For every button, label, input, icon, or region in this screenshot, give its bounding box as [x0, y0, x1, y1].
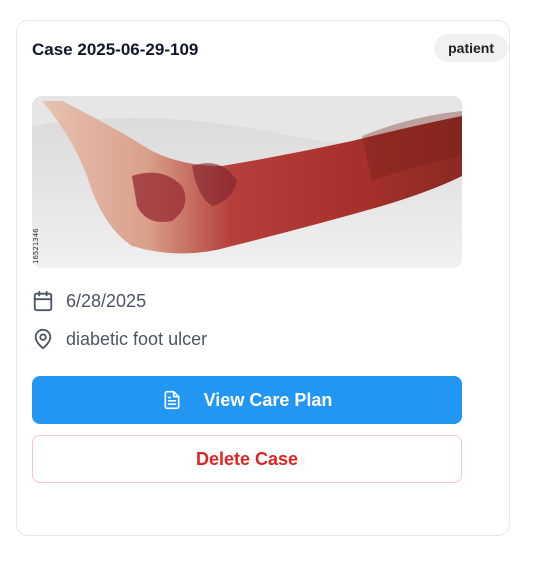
document-icon — [162, 390, 182, 410]
view-care-plan-button[interactable]: View Care Plan — [32, 376, 462, 424]
view-care-plan-label: View Care Plan — [203, 389, 333, 410]
role-badge: patient — [434, 34, 508, 62]
calendar-icon — [32, 290, 54, 312]
delete-case-button[interactable]: Delete Case — [32, 435, 462, 483]
case-date: 6/28/2025 — [66, 290, 147, 311]
case-date-row: 6/28/2025 — [32, 290, 146, 312]
case-location-row: diabetic foot ulcer — [32, 328, 207, 350]
svg-text:16521346: 16521346 — [32, 228, 40, 264]
case-title: Case 2025-06-29-109 — [32, 40, 199, 59]
wound-photo: 16521346 — [32, 96, 462, 268]
case-location: diabetic foot ulcer — [66, 328, 208, 349]
map-pin-icon — [32, 328, 54, 350]
delete-case-label: Delete Case — [195, 448, 299, 469]
